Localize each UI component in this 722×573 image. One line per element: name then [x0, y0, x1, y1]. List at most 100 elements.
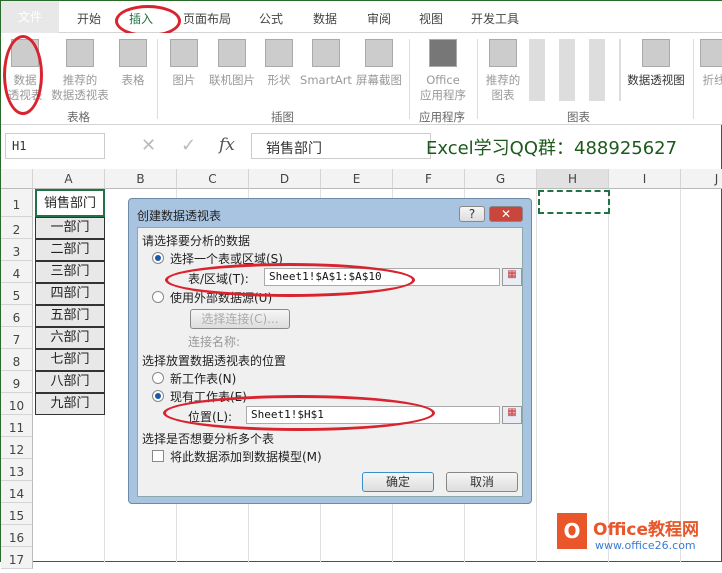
row-header[interactable]: 5 [1, 283, 33, 305]
section-heading: 选择放置数据透视表的位置 [142, 354, 287, 368]
recommended-charts-icon [489, 39, 517, 67]
cancel-button[interactable]: 取消 [446, 472, 518, 492]
add-to-data-model-checkbox[interactable] [152, 450, 164, 462]
column-header[interactable]: B [105, 169, 177, 189]
row-header[interactable]: 15 [1, 503, 33, 525]
highlight-oval [3, 35, 43, 115]
cancel-icon[interactable]: ✕ [141, 135, 156, 156]
logo-url: www.office26.com [595, 539, 696, 552]
close-button[interactable]: ✕ [489, 206, 523, 222]
row-header[interactable]: 7 [1, 327, 33, 349]
column-header[interactable]: I [609, 169, 681, 189]
selected-cell-h1[interactable] [538, 190, 610, 214]
pivot-chart-icon [642, 39, 670, 67]
picture-icon [170, 39, 198, 67]
cell-a5[interactable]: 四部门 [35, 283, 105, 305]
enter-icon[interactable]: ✓ [181, 135, 196, 156]
logo-name: Office教程网 [593, 520, 700, 540]
formula-input[interactable]: 销售部门 [251, 133, 431, 159]
cell-a1[interactable]: 销售部门 [35, 189, 105, 217]
radio-new-worksheet[interactable] [152, 372, 164, 384]
divider [409, 39, 410, 119]
row-header[interactable]: 10 [1, 393, 33, 415]
cell-a7[interactable]: 六部门 [35, 327, 105, 349]
cell-a3[interactable]: 二部门 [35, 239, 105, 261]
row-header[interactable]: 6 [1, 305, 33, 327]
row-header[interactable]: 2 [1, 217, 33, 239]
row-header[interactable]: 3 [1, 239, 33, 261]
dialog-title: 创建数据透视表 [137, 209, 222, 223]
table-button[interactable]: 表格 [115, 39, 151, 88]
cell-a8[interactable]: 七部门 [35, 349, 105, 371]
column-header[interactable]: F [393, 169, 465, 189]
radio-label: 新工作表(N) [170, 372, 237, 386]
column-header[interactable]: G [465, 169, 537, 189]
online-picture-button[interactable]: 联机图片 [205, 39, 259, 88]
cell-a10[interactable]: 九部门 [35, 393, 105, 415]
tab-review[interactable]: 审阅 [367, 10, 391, 27]
create-pivot-dialog: 创建数据透视表 ? ✕ 请选择要分析的数据 选择一个表或区域(S) 表/区域(T… [128, 198, 532, 504]
recommended-pivot-button[interactable]: 推荐的 数据透视表 [47, 39, 113, 103]
chart-type-icons[interactable] [529, 39, 621, 101]
row-header[interactable]: 9 [1, 371, 33, 393]
radio-existing-worksheet[interactable] [152, 390, 164, 402]
tab-data[interactable]: 数据 [313, 10, 337, 27]
tab-file[interactable]: 文件 [1, 1, 59, 33]
group-label-tables: 表格 [67, 110, 90, 124]
column-header[interactable]: H [537, 169, 609, 189]
row-header[interactable]: 17 [1, 547, 33, 569]
function-icon[interactable]: fx [219, 135, 235, 155]
divider [157, 39, 158, 119]
choose-connection-button[interactable]: 选择连接(C)... [190, 309, 290, 329]
column-header[interactable]: J [681, 169, 722, 189]
cell-a2[interactable]: 一部门 [35, 217, 105, 239]
shapes-icon [265, 39, 293, 67]
line-icon [700, 39, 722, 67]
office-logo-icon: O [557, 513, 587, 549]
collapse-location-icon[interactable]: ▦ [502, 406, 522, 424]
row-header[interactable]: 13 [1, 459, 33, 481]
tab-formulas[interactable]: 公式 [259, 10, 283, 27]
line-sparkline-button[interactable]: 折线 [699, 39, 722, 88]
screenshot-icon [365, 39, 393, 67]
recommended-charts-button[interactable]: 推荐的 图表 [483, 39, 523, 103]
help-button[interactable]: ? [459, 206, 485, 222]
row-header[interactable]: 11 [1, 415, 33, 437]
column-header[interactable]: C [177, 169, 249, 189]
divider [693, 39, 694, 119]
select-all[interactable] [1, 169, 33, 189]
office-apps-button[interactable]: Office 应用程序 [415, 39, 471, 103]
smartart-button[interactable]: SmartArt [299, 39, 353, 88]
radio-select-range[interactable] [152, 252, 164, 264]
row-header[interactable]: 1 [1, 189, 33, 217]
row-header[interactable]: 16 [1, 525, 33, 547]
cell-a9[interactable]: 八部门 [35, 371, 105, 393]
tab-home[interactable]: 开始 [77, 10, 101, 27]
column-header[interactable]: A [33, 169, 105, 189]
cell-a4[interactable]: 三部门 [35, 261, 105, 283]
ok-button[interactable]: 确定 [362, 472, 434, 492]
section-heading: 请选择要分析的数据 [142, 234, 251, 248]
group-label-illustrations: 插图 [271, 110, 294, 124]
tab-view[interactable]: 视图 [419, 10, 443, 27]
screenshot-button[interactable]: 屏幕截图 [353, 39, 405, 88]
column-header[interactable]: D [249, 169, 321, 189]
checkbox-label: 将此数据添加到数据模型(M) [170, 450, 322, 464]
picture-button[interactable]: 图片 [167, 39, 201, 88]
collapse-range-icon[interactable]: ▦ [502, 268, 522, 286]
row-header[interactable]: 12 [1, 437, 33, 459]
column-header[interactable]: E [321, 169, 393, 189]
shapes-button[interactable]: 形状 [263, 39, 295, 88]
pivot-chart-button[interactable]: 数据透视图 [623, 39, 689, 88]
group-label-charts: 图表 [567, 110, 590, 124]
row-header[interactable]: 4 [1, 261, 33, 283]
ribbon-tabs: 文件 开始 插入 页面布局 公式 数据 审阅 视图 开发工具 [1, 1, 722, 37]
tab-page-layout[interactable]: 页面布局 [183, 10, 231, 27]
cell-a6[interactable]: 五部门 [35, 305, 105, 327]
radio-external-source[interactable] [152, 291, 164, 303]
name-box[interactable]: H1 [5, 133, 105, 159]
tab-developer[interactable]: 开发工具 [471, 10, 519, 27]
row-header[interactable]: 14 [1, 481, 33, 503]
row-header[interactable]: 8 [1, 349, 33, 371]
ribbon: 数据 透视表 推荐的 数据透视表 表格 表格 图片 联机图片 形状 SmartA… [1, 33, 722, 125]
